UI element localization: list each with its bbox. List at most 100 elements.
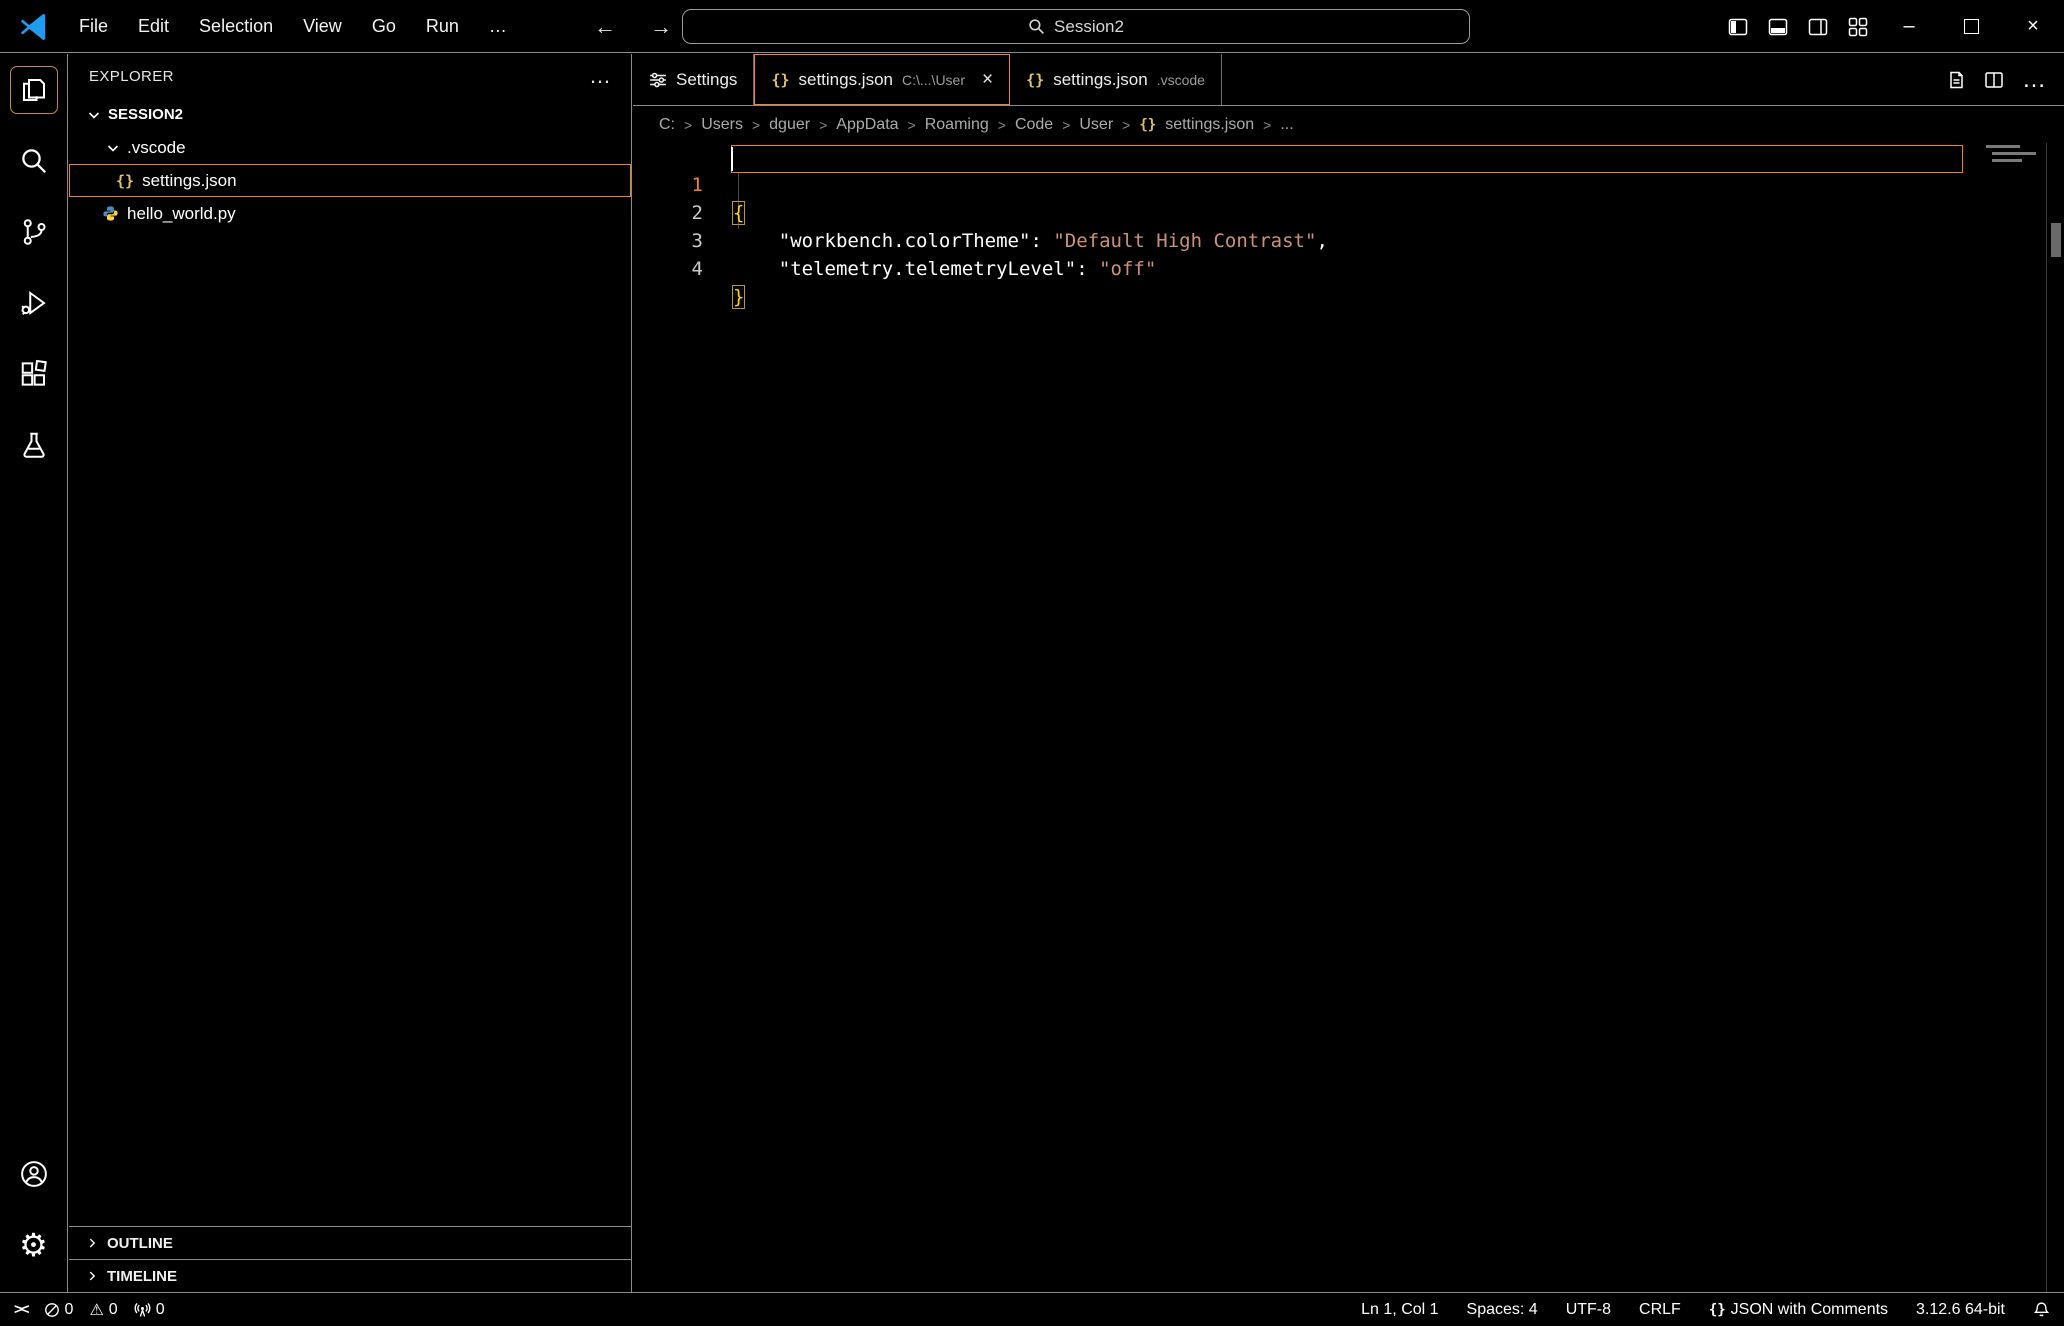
breadcrumb-item[interactable]: settings.json	[1165, 116, 1254, 134]
open-settings-ui-icon[interactable]	[1946, 70, 1966, 90]
split-editor-icon[interactable]	[1984, 70, 2004, 90]
tab-label: settings.json	[1053, 70, 1148, 90]
tab-description: C:\...\User	[902, 72, 965, 88]
breadcrumb-item[interactable]: dguer	[769, 116, 810, 134]
json-file-icon: {}	[1139, 117, 1156, 133]
code-line: 2 "workbench.colorTheme": "Default High …	[633, 171, 2064, 199]
go-forward-button[interactable]: →	[644, 14, 678, 40]
tree-item-vscode-folder[interactable]: .vscode	[69, 131, 631, 164]
breadcrumb-item[interactable]: Code	[1015, 116, 1053, 134]
search-sidebar-icon[interactable]	[10, 137, 58, 185]
customize-layout-icon[interactable]	[1838, 0, 1878, 53]
tab-settings-json-user[interactable]: {} settings.json C:\...\User ×	[754, 54, 1010, 105]
scrollbar-thumb[interactable]	[2051, 223, 2061, 257]
notifications-bell[interactable]	[2033, 1301, 2050, 1318]
outline-label: OUTLINE	[107, 1235, 173, 1252]
json-icon: {}	[1709, 1302, 1726, 1318]
json-file-icon: {}	[1026, 71, 1044, 89]
accounts-icon[interactable]	[10, 1150, 58, 1198]
vscode-window: File Edit Selection View Go Run … ← → Se…	[0, 0, 2064, 1326]
explorer-icon[interactable]	[10, 66, 58, 114]
language-mode[interactable]: {} JSON with Comments	[1709, 1301, 1888, 1319]
ports-indicator[interactable]: 0	[134, 1301, 165, 1319]
testing-icon[interactable]	[10, 421, 58, 469]
source-control-icon[interactable]	[10, 208, 58, 256]
minimap[interactable]	[1986, 145, 2042, 265]
statusbar-right: Ln 1, Col 1 Spaces: 4 UTF-8 CRLF {} JSON…	[1361, 1301, 2050, 1319]
json-file-icon: {}	[771, 71, 789, 89]
tree-item-session2[interactable]: SESSION2	[69, 98, 631, 131]
explorer-more-actions[interactable]: …	[589, 72, 611, 81]
toggle-secondary-sidebar-icon[interactable]	[1798, 0, 1838, 53]
editor-actions: …	[1946, 54, 2064, 105]
sidebar-bottom-sections: OUTLINE TIMELINE	[69, 1226, 631, 1292]
toggle-sidebar-icon[interactable]	[1718, 0, 1758, 53]
close-button[interactable]: ×	[2002, 0, 2064, 53]
settings-sliders-icon	[649, 71, 667, 89]
errors-indicator[interactable]: 0	[44, 1301, 74, 1319]
python-file-icon	[102, 205, 119, 222]
code-line: 4 }	[633, 227, 2064, 255]
tab-label: settings.json	[799, 70, 894, 90]
warnings-indicator[interactable]: ⚠ 0	[89, 1300, 117, 1320]
breadcrumb-item[interactable]: Roaming	[925, 116, 989, 134]
command-center-title: Session2	[1054, 17, 1124, 37]
minimize-button[interactable]: –	[1878, 0, 1940, 53]
menu-run[interactable]: Run	[411, 10, 474, 43]
tree-item-label: .vscode	[127, 138, 186, 158]
menu-file[interactable]: File	[64, 10, 123, 43]
eol-setting[interactable]: CRLF	[1639, 1301, 1681, 1319]
outline-section-header[interactable]: OUTLINE	[69, 1226, 631, 1259]
maximize-button[interactable]	[1940, 0, 2002, 53]
menu-selection[interactable]: Selection	[184, 10, 288, 43]
more-actions-icon[interactable]: …	[2022, 75, 2046, 85]
cursor-position[interactable]: Ln 1, Col 1	[1361, 1301, 1438, 1319]
code-line: 1 {	[633, 143, 2064, 171]
tab-close-icon[interactable]: ×	[982, 69, 993, 91]
tab-label: Settings	[676, 70, 737, 90]
toggle-panel-icon[interactable]	[1758, 0, 1798, 53]
breadcrumb-item[interactable]: AppData	[836, 116, 898, 134]
go-back-button[interactable]: ←	[588, 14, 622, 40]
history-nav: ← →	[588, 0, 678, 53]
activity-bar-bottom: ⚙	[10, 1150, 58, 1292]
menu-more[interactable]: …	[474, 10, 522, 43]
editor-code-area[interactable]: 1 { 2 "workbench.colorTheme": "Default H…	[633, 143, 2064, 1292]
command-center-search[interactable]: Session2	[682, 9, 1470, 44]
python-interpreter[interactable]: 3.12.6 64-bit	[1916, 1301, 2005, 1319]
breadcrumb-item[interactable]: ...	[1280, 116, 1293, 134]
settings-gear-icon[interactable]: ⚙	[10, 1221, 58, 1269]
indentation-setting[interactable]: Spaces: 4	[1467, 1301, 1538, 1319]
text-cursor	[731, 147, 733, 171]
timeline-section-header[interactable]: TIMELINE	[69, 1259, 631, 1292]
breadcrumb-item[interactable]: Users	[701, 116, 743, 134]
chevron-right-icon	[85, 1269, 99, 1283]
explorer-sidebar: EXPLORER … SESSION2 .vscode {} settings.…	[69, 54, 632, 1292]
breadcrumb-item[interactable]: User	[1079, 116, 1113, 134]
tab-settings[interactable]: Settings	[633, 54, 754, 105]
extensions-icon[interactable]	[10, 350, 58, 398]
tree-item-hello-world-py[interactable]: hello_world.py	[69, 197, 631, 230]
encoding-setting[interactable]: UTF-8	[1566, 1301, 1611, 1319]
chevron-down-icon	[105, 140, 121, 156]
menu-edit[interactable]: Edit	[123, 10, 184, 43]
run-debug-icon[interactable]	[10, 279, 58, 327]
line-number: 4	[633, 255, 703, 283]
activity-bar: ⚙	[0, 54, 68, 1292]
breadcrumb-item[interactable]: C:	[659, 116, 675, 134]
menu-go[interactable]: Go	[357, 10, 411, 43]
explorer-header: EXPLORER …	[69, 54, 631, 98]
vertical-scrollbar[interactable]	[2046, 143, 2064, 1292]
tree-item-settings-json[interactable]: {} settings.json	[69, 164, 631, 197]
json-file-icon: {}	[116, 172, 134, 190]
error-icon	[44, 1302, 60, 1318]
timeline-label: TIMELINE	[107, 1268, 177, 1285]
code-line: 3 "telemetry.telemetryLevel": "off"	[633, 199, 2064, 227]
tree-item-label: SESSION2	[108, 106, 183, 123]
statusbar-left: >< 0 ⚠ 0 0	[14, 1300, 165, 1320]
bell-icon	[2033, 1301, 2050, 1318]
menu-view[interactable]: View	[288, 10, 357, 43]
title-bar: File Edit Selection View Go Run … ← → Se…	[0, 0, 2064, 53]
tab-settings-json-vscode[interactable]: {} settings.json .vscode	[1010, 54, 1222, 105]
remote-indicator[interactable]: ><	[14, 1301, 28, 1318]
